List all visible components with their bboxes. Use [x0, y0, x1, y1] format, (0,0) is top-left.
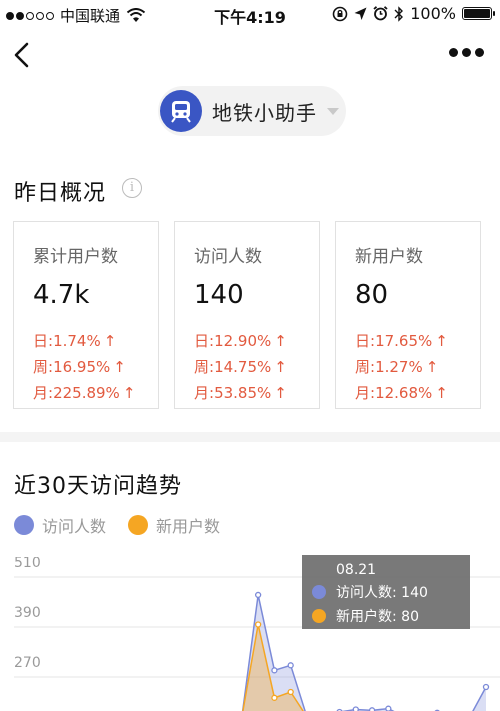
- back-button[interactable]: [10, 40, 38, 72]
- up-arrow-icon: ↑: [122, 384, 136, 402]
- tooltip-row-new-users: 新用户数: 80: [312, 606, 470, 626]
- up-arrow-icon: ↑: [425, 358, 439, 376]
- data-point: [287, 662, 294, 669]
- card-value: 4.7k: [33, 280, 90, 310]
- chevron-down-icon: [327, 107, 339, 115]
- legend-label: 新用户数: [156, 517, 221, 536]
- overview-title: 昨日概况: [14, 181, 107, 206]
- data-point: [287, 688, 294, 696]
- tooltip-row-visitors: 访问人数: 140: [312, 582, 470, 602]
- legend-dot: [128, 515, 149, 535]
- stat-monthly: 月:12.68% ↑: [355, 384, 448, 402]
- up-arrow-icon: ↑: [274, 358, 287, 376]
- more-dots-icon: [449, 48, 458, 57]
- card-label: 新用户数: [355, 247, 423, 267]
- legend-label: 访问人数: [42, 517, 107, 536]
- stat-weekly: 周:16.95% ↑: [33, 358, 126, 376]
- series-line-1: [242, 624, 304, 711]
- stat-daily: 日:12.90% ↑: [194, 332, 287, 350]
- card-value: 140: [194, 280, 244, 310]
- y-tick-label: 270: [14, 655, 41, 671]
- up-arrow-icon: ↑: [274, 384, 287, 402]
- chart-tooltip: 08.21 访问人数: 140 新用户数: 80: [302, 555, 470, 629]
- tooltip-label: 新用户数: 80: [336, 609, 419, 625]
- trend-section: 近30天访问趋势 访问人数 新用户数 510 390 270 08.21 访问人数:…: [0, 442, 500, 711]
- data-point: [385, 705, 392, 711]
- stat-card-visitors[interactable]: 访问人数 140 日:12.90% ↑ 周:14.75% ↑ 月:53.85% ↑: [174, 221, 320, 409]
- up-arrow-icon: ↑: [274, 332, 287, 350]
- battery-percent: 100%: [410, 4, 456, 23]
- chart-legend: 访问人数 新用户数: [14, 513, 242, 537]
- tooltip-dot: [312, 609, 326, 623]
- series-area-1: [176, 624, 486, 711]
- app-switcher[interactable]: 地铁小助手: [158, 86, 346, 136]
- stat-monthly: 月:53.85% ↑: [194, 384, 287, 402]
- app-name: 地铁小助手: [212, 100, 317, 125]
- up-arrow-icon: ↑: [103, 332, 117, 350]
- data-point: [271, 694, 278, 701]
- data-point: [271, 667, 278, 674]
- data-point: [352, 706, 359, 711]
- data-point: [254, 591, 262, 599]
- up-arrow-icon: ↑: [435, 332, 448, 350]
- card-label: 累计用户数: [33, 247, 118, 267]
- data-point: [254, 621, 262, 628]
- status-right: 100%: [332, 4, 495, 23]
- subway-train-icon: [160, 90, 202, 132]
- more-button[interactable]: [449, 48, 484, 57]
- info-icon[interactable]: i: [122, 178, 142, 198]
- overview-section: 昨日概况 i 累计用户数 4.7k 日:1.74% ↑ 周:16.95% ↑ 月:2…: [0, 156, 500, 432]
- stat-card-new-users[interactable]: 新用户数 80 日:17.65% ↑ 周:1.27% ↑ 月:12.68% ↑: [335, 221, 481, 409]
- nav-bar: 地铁小助手: [0, 28, 500, 156]
- stat-monthly: 月:225.89% ↑: [33, 384, 136, 402]
- data-point: [482, 683, 490, 691]
- tooltip-label: 访问人数: 140: [336, 585, 428, 601]
- battery-level: [464, 9, 490, 18]
- stat-weekly: 周:14.75% ↑: [194, 358, 287, 376]
- stat-daily: 日:1.74% ↑: [33, 332, 117, 350]
- y-tick-label: 390: [14, 605, 41, 621]
- stat-daily: 日:17.65% ↑: [355, 332, 448, 350]
- card-value: 80: [355, 280, 389, 310]
- up-arrow-icon: ↑: [435, 384, 448, 402]
- legend-dot: [14, 515, 34, 535]
- orientation-lock-icon: [332, 6, 348, 21]
- legend-item-new-users[interactable]: 新用户数: [128, 513, 220, 537]
- tooltip-dot: [312, 585, 326, 599]
- stat-weekly: 周:1.27% ↑: [355, 358, 439, 376]
- legend-item-visitors[interactable]: 访问人数: [14, 513, 106, 537]
- bluetooth-icon: [394, 5, 404, 22]
- card-label: 访问人数: [194, 247, 262, 267]
- alarm-icon: [373, 6, 388, 21]
- battery-icon: [462, 7, 495, 20]
- y-tick-label: 510: [14, 557, 41, 571]
- up-arrow-icon: ↑: [113, 358, 126, 376]
- location-icon: [354, 7, 367, 20]
- chevron-left-icon: [14, 42, 29, 68]
- stat-card-total-users[interactable]: 累计用户数 4.7k 日:1.74% ↑ 周:16.95% ↑ 月:225.89% ↑: [13, 221, 159, 409]
- trend-title: 近30天访问趋势: [14, 474, 182, 499]
- tooltip-date: 08.21: [336, 562, 377, 578]
- status-bar: 中国联通 下午4:19 100%: [0, 0, 500, 28]
